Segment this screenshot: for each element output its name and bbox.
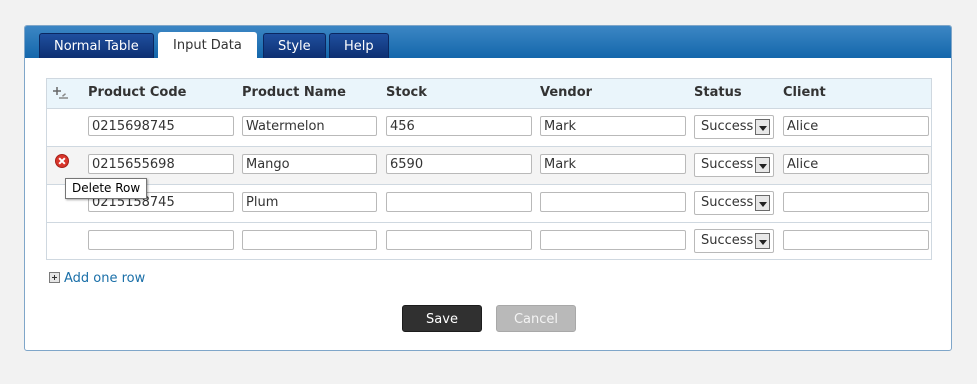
status-value: Success [701,157,754,172]
save-button[interactable]: Save [402,305,482,332]
client-input[interactable] [783,116,929,136]
table-row: Success [47,147,931,185]
add-column-icon[interactable] [53,86,69,102]
status-select[interactable]: Success [694,191,774,215]
chevron-down-icon [755,157,770,173]
chevron-down-icon [755,195,770,211]
status-select[interactable]: Success [694,229,774,253]
product-name-input[interactable] [242,154,377,174]
cancel-button[interactable]: Cancel [496,305,576,332]
tab-input-data[interactable]: Input Data [158,32,257,58]
add-row-label: Add one row [64,271,146,286]
plus-box-icon [49,272,60,283]
column-header-product-code: Product Code [88,85,187,100]
client-input[interactable] [783,230,929,250]
status-select[interactable]: Success [694,153,774,177]
table-row: Success [47,109,931,147]
column-header-vendor: Vendor [540,85,593,100]
stock-input[interactable] [386,116,532,136]
status-select[interactable]: Success [694,115,774,139]
table-row: Success [47,185,931,223]
status-value: Success [701,233,754,248]
product-name-input[interactable] [242,192,377,212]
product-name-input[interactable] [242,230,377,250]
status-value: Success [701,119,754,134]
chevron-down-icon [755,119,770,135]
tab-style[interactable]: Style [263,33,326,58]
client-input[interactable] [783,154,929,174]
input-data-panel: Normal Table Input Data Style Help Produ… [24,25,952,351]
delete-row-icon[interactable] [55,154,69,168]
vendor-input[interactable] [540,230,686,250]
chevron-down-icon [755,233,770,249]
product-code-input[interactable] [88,116,234,136]
vendor-input[interactable] [540,116,686,136]
stock-input[interactable] [386,154,532,174]
vendor-input[interactable] [540,154,686,174]
column-header-client: Client [783,85,826,100]
tab-normal-table[interactable]: Normal Table [39,33,154,58]
tab-help[interactable]: Help [329,33,389,58]
table-row: Success [47,223,931,261]
column-header-stock: Stock [386,85,427,100]
column-header-status: Status [694,85,742,100]
client-input[interactable] [783,192,929,212]
vendor-input[interactable] [540,192,686,212]
input-table: Product Code Product Name Stock Vendor S… [46,78,932,260]
add-row-link[interactable]: Add one row [49,271,145,286]
tab-bar: Normal Table Input Data Style Help [25,26,951,58]
table-header: Product Code Product Name Stock Vendor S… [47,79,931,109]
stock-input[interactable] [386,192,532,212]
stock-input[interactable] [386,230,532,250]
product-name-input[interactable] [242,116,377,136]
status-value: Success [701,195,754,210]
delete-row-tooltip: Delete Row [65,178,148,199]
column-header-product-name: Product Name [242,85,346,100]
product-code-input[interactable] [88,154,234,174]
product-code-input[interactable] [88,230,234,250]
